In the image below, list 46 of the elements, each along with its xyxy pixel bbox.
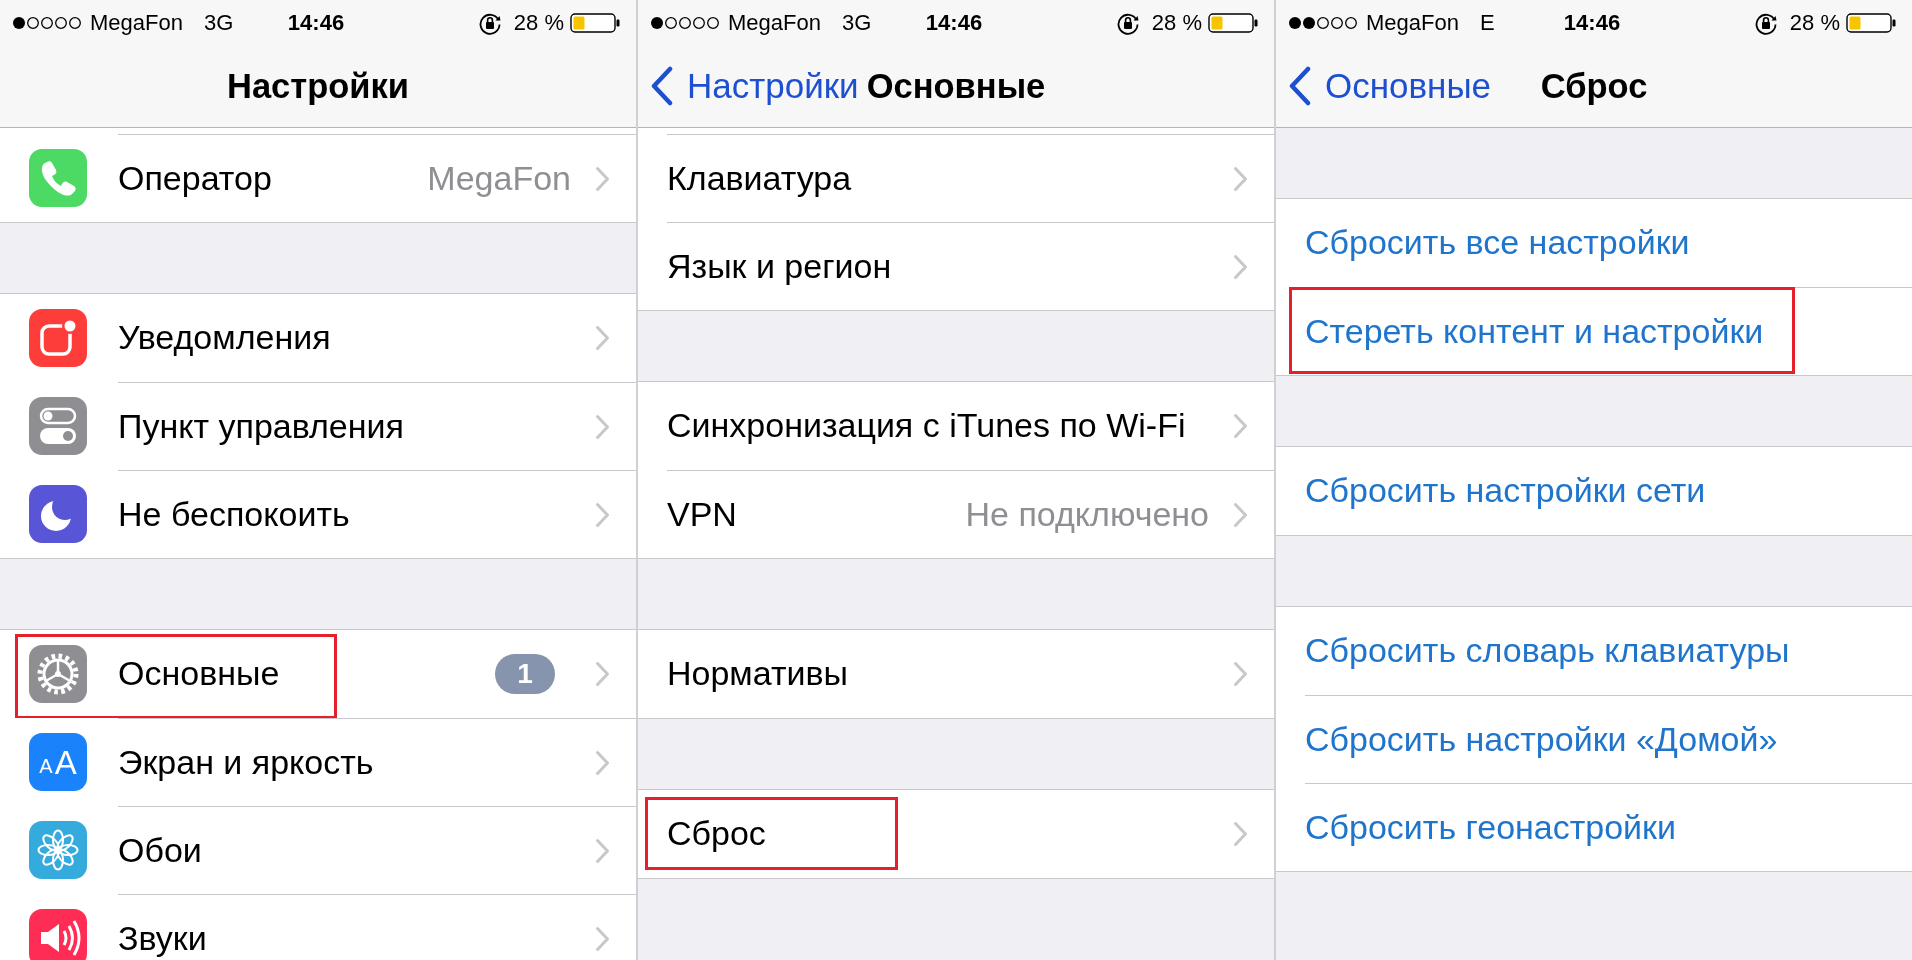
flower-icon <box>29 821 87 879</box>
network-type: 3G <box>841 9 872 36</box>
network-type: 3G <box>203 9 234 36</box>
chevron-right-icon <box>1233 821 1248 847</box>
battery-icon <box>570 12 620 33</box>
carrier-name: MegaFon <box>728 9 821 36</box>
back-button[interactable]: Настройки <box>638 66 867 106</box>
chevron-right-icon <box>595 165 610 192</box>
chevron-right-icon <box>1233 661 1248 687</box>
back-button[interactable]: Основные <box>1276 66 1500 106</box>
clock-time: 14:46 <box>1563 9 1621 36</box>
battery-percent: 28 % <box>513 9 564 36</box>
chevron-right-icon <box>595 501 610 528</box>
screen-title: Настройки <box>227 66 409 106</box>
chevron-right-icon <box>595 413 610 440</box>
chevron-right-icon <box>1233 501 1248 528</box>
gear-icon <box>29 645 87 703</box>
chevron-right-icon <box>595 837 610 864</box>
battery-percent: 28 % <box>1789 9 1840 36</box>
chevron-right-icon <box>1233 253 1248 280</box>
phone-icon <box>29 149 87 207</box>
screen-title: Сброс <box>1540 66 1648 106</box>
count-badge: 1 <box>495 654 555 694</box>
speaker-icon <box>29 909 87 960</box>
chevron-right-icon <box>1233 413 1248 439</box>
toggle-switches-icon <box>29 397 87 455</box>
network-type: E <box>1479 9 1495 36</box>
chevron-right-icon <box>595 925 610 952</box>
carrier-name: MegaFon <box>1366 9 1459 36</box>
row-value: MegaFon <box>427 158 571 199</box>
screen-title: Основные <box>866 66 1046 106</box>
clock-time: 14:46 <box>287 9 345 36</box>
battery-icon <box>1846 12 1896 33</box>
chevron-left-icon <box>1288 66 1312 106</box>
chevron-right-icon <box>595 749 610 776</box>
clock-time: 14:46 <box>925 9 983 36</box>
row-value: Не подключено <box>965 494 1209 535</box>
chevron-right-icon <box>595 661 610 687</box>
chevron-right-icon <box>595 325 610 351</box>
chevron-left-icon <box>650 66 674 106</box>
battery-percent: 28 % <box>1151 9 1202 36</box>
carrier-name: MegaFon <box>90 9 183 36</box>
chevron-right-icon <box>1233 165 1248 192</box>
text-size-icon: AA <box>29 733 87 791</box>
battery-icon <box>1208 12 1258 33</box>
crescent-moon-icon <box>29 485 87 543</box>
